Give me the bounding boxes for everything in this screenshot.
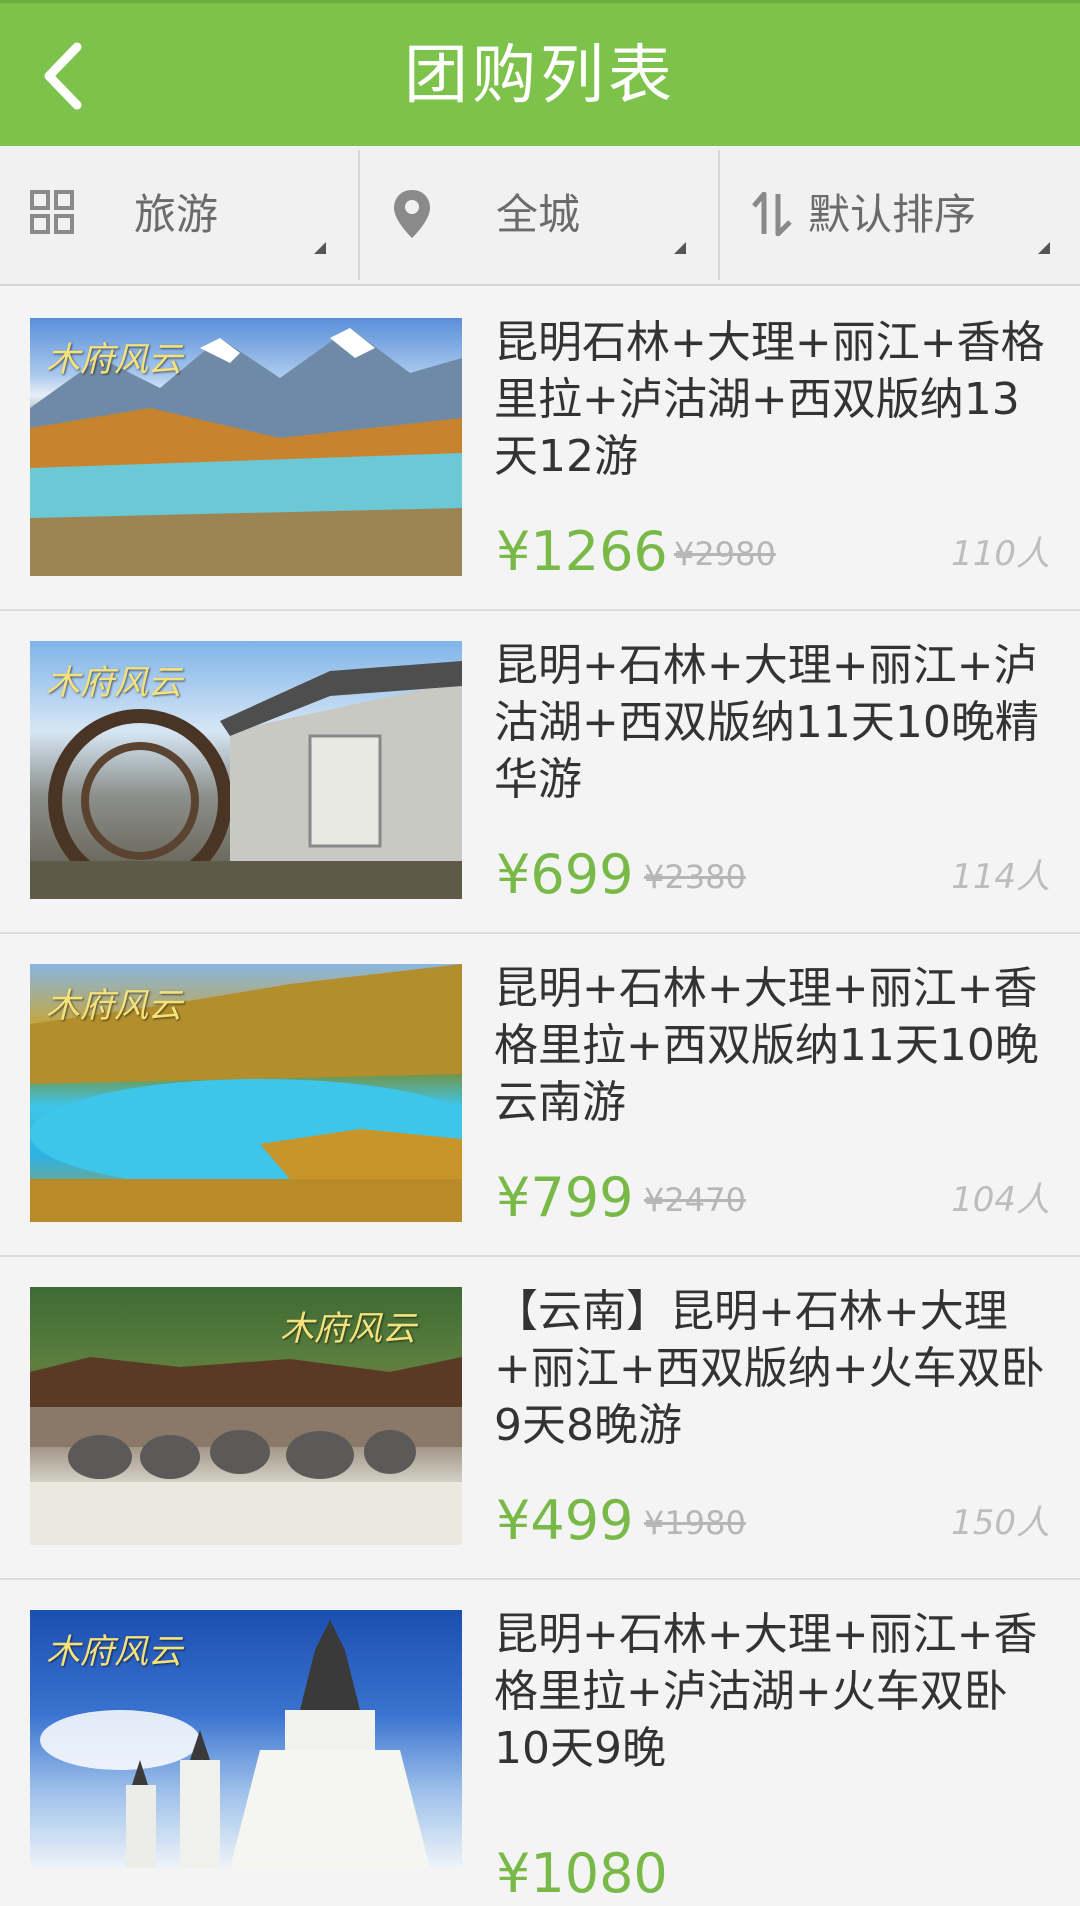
- deal-price: ¥799: [496, 1166, 634, 1229]
- filter-bar: 旅游 全城 默认排序: [0, 146, 1080, 286]
- filter-category-label: 旅游: [134, 190, 219, 239]
- grid-icon: [30, 190, 74, 234]
- caret-icon: [674, 242, 686, 254]
- deal-thumbnail: 木府风云: [30, 1610, 462, 1868]
- caret-icon: [1038, 242, 1050, 254]
- deal-title: 昆明+石林+大理+丽江+香格里拉+泸沽湖+火车双卧10天9晚: [494, 1609, 1038, 1774]
- deal-price: ¥1266: [496, 520, 668, 583]
- deal-thumbnail: 木府风云: [30, 964, 462, 1222]
- header-bar: 团购列表: [0, 0, 1080, 146]
- filter-category[interactable]: 旅游: [0, 146, 358, 284]
- watermark-text: 木府风云: [46, 663, 182, 703]
- list-item[interactable]: 木府风云 昆明+石林+大理+丽江+香格里拉+泸沽湖+火车双卧10天9晚 ¥108…: [0, 1580, 1080, 1906]
- sort-icon: [752, 192, 792, 236]
- deal-price: ¥699: [496, 843, 634, 906]
- deal-thumbnail: 木府风云: [30, 318, 462, 576]
- caret-icon: [314, 242, 326, 254]
- filter-area[interactable]: 全城: [360, 146, 718, 284]
- deal-title: 昆明+石林+大理+丽江+泸沽湖+西双版纳11天10晚精华游: [494, 640, 1039, 805]
- deal-title: 【云南】昆明+石林+大理+丽江+西双版纳+火车双卧9天8晚游: [494, 1286, 1045, 1451]
- deal-price: ¥499: [496, 1489, 634, 1552]
- buyer-count: 110人: [951, 534, 1050, 574]
- list-item[interactable]: 木府风云 昆明+石林+大理+丽江+泸沽湖+西双版纳11天10晚精华游 ¥699 …: [0, 611, 1080, 934]
- deal-price: ¥1080: [496, 1842, 668, 1905]
- list-item[interactable]: 木府风云 昆明石林+大理+丽江+香格里拉+泸沽湖+西双版纳13天12游 ¥126…: [0, 288, 1080, 611]
- buyer-count: 104人: [951, 1180, 1050, 1220]
- buyer-count: 114人: [951, 857, 1050, 897]
- price-row: ¥1080: [494, 1842, 1050, 1906]
- original-price: ¥1980: [644, 1504, 746, 1542]
- buyer-count: 150人: [951, 1503, 1050, 1543]
- filter-area-label: 全城: [496, 190, 581, 239]
- page-title: 团购列表: [404, 39, 676, 113]
- filter-sort[interactable]: 默认排序: [720, 146, 1080, 284]
- price-row: ¥699 ¥2380 114人: [494, 843, 1050, 907]
- price-row: ¥799 ¥2470 104人: [494, 1166, 1050, 1230]
- deal-thumbnail: 木府风云: [30, 641, 462, 899]
- watermark-text: 木府风云: [46, 340, 182, 380]
- location-pin-icon: [394, 190, 430, 238]
- deal-title: 昆明石林+大理+丽江+香格里拉+泸沽湖+西双版纳13天12游: [494, 317, 1045, 482]
- watermark-text: 木府风云: [46, 986, 182, 1026]
- watermark-text: 木府风云: [280, 1309, 416, 1349]
- list-item[interactable]: 木府风云 【云南】昆明+石林+大理+丽江+西双版纳+火车双卧9天8晚游 ¥499…: [0, 1257, 1080, 1580]
- price-row: ¥1266 ¥2980 110人: [494, 520, 1050, 584]
- original-price: ¥2380: [644, 858, 746, 896]
- price-row: ¥499 ¥1980 150人: [494, 1489, 1050, 1553]
- filter-sort-label: 默认排序: [808, 190, 977, 239]
- deal-thumbnail: 木府风云: [30, 1287, 462, 1545]
- watermark-text: 木府风云: [46, 1632, 182, 1672]
- list-item[interactable]: 木府风云 昆明+石林+大理+丽江+香格里拉+西双版纳11天10晚云南游 ¥799…: [0, 934, 1080, 1257]
- original-price: ¥2470: [644, 1181, 746, 1219]
- original-price: ¥2980: [674, 535, 776, 573]
- deal-title: 昆明+石林+大理+丽江+香格里拉+西双版纳11天10晚云南游: [494, 963, 1039, 1128]
